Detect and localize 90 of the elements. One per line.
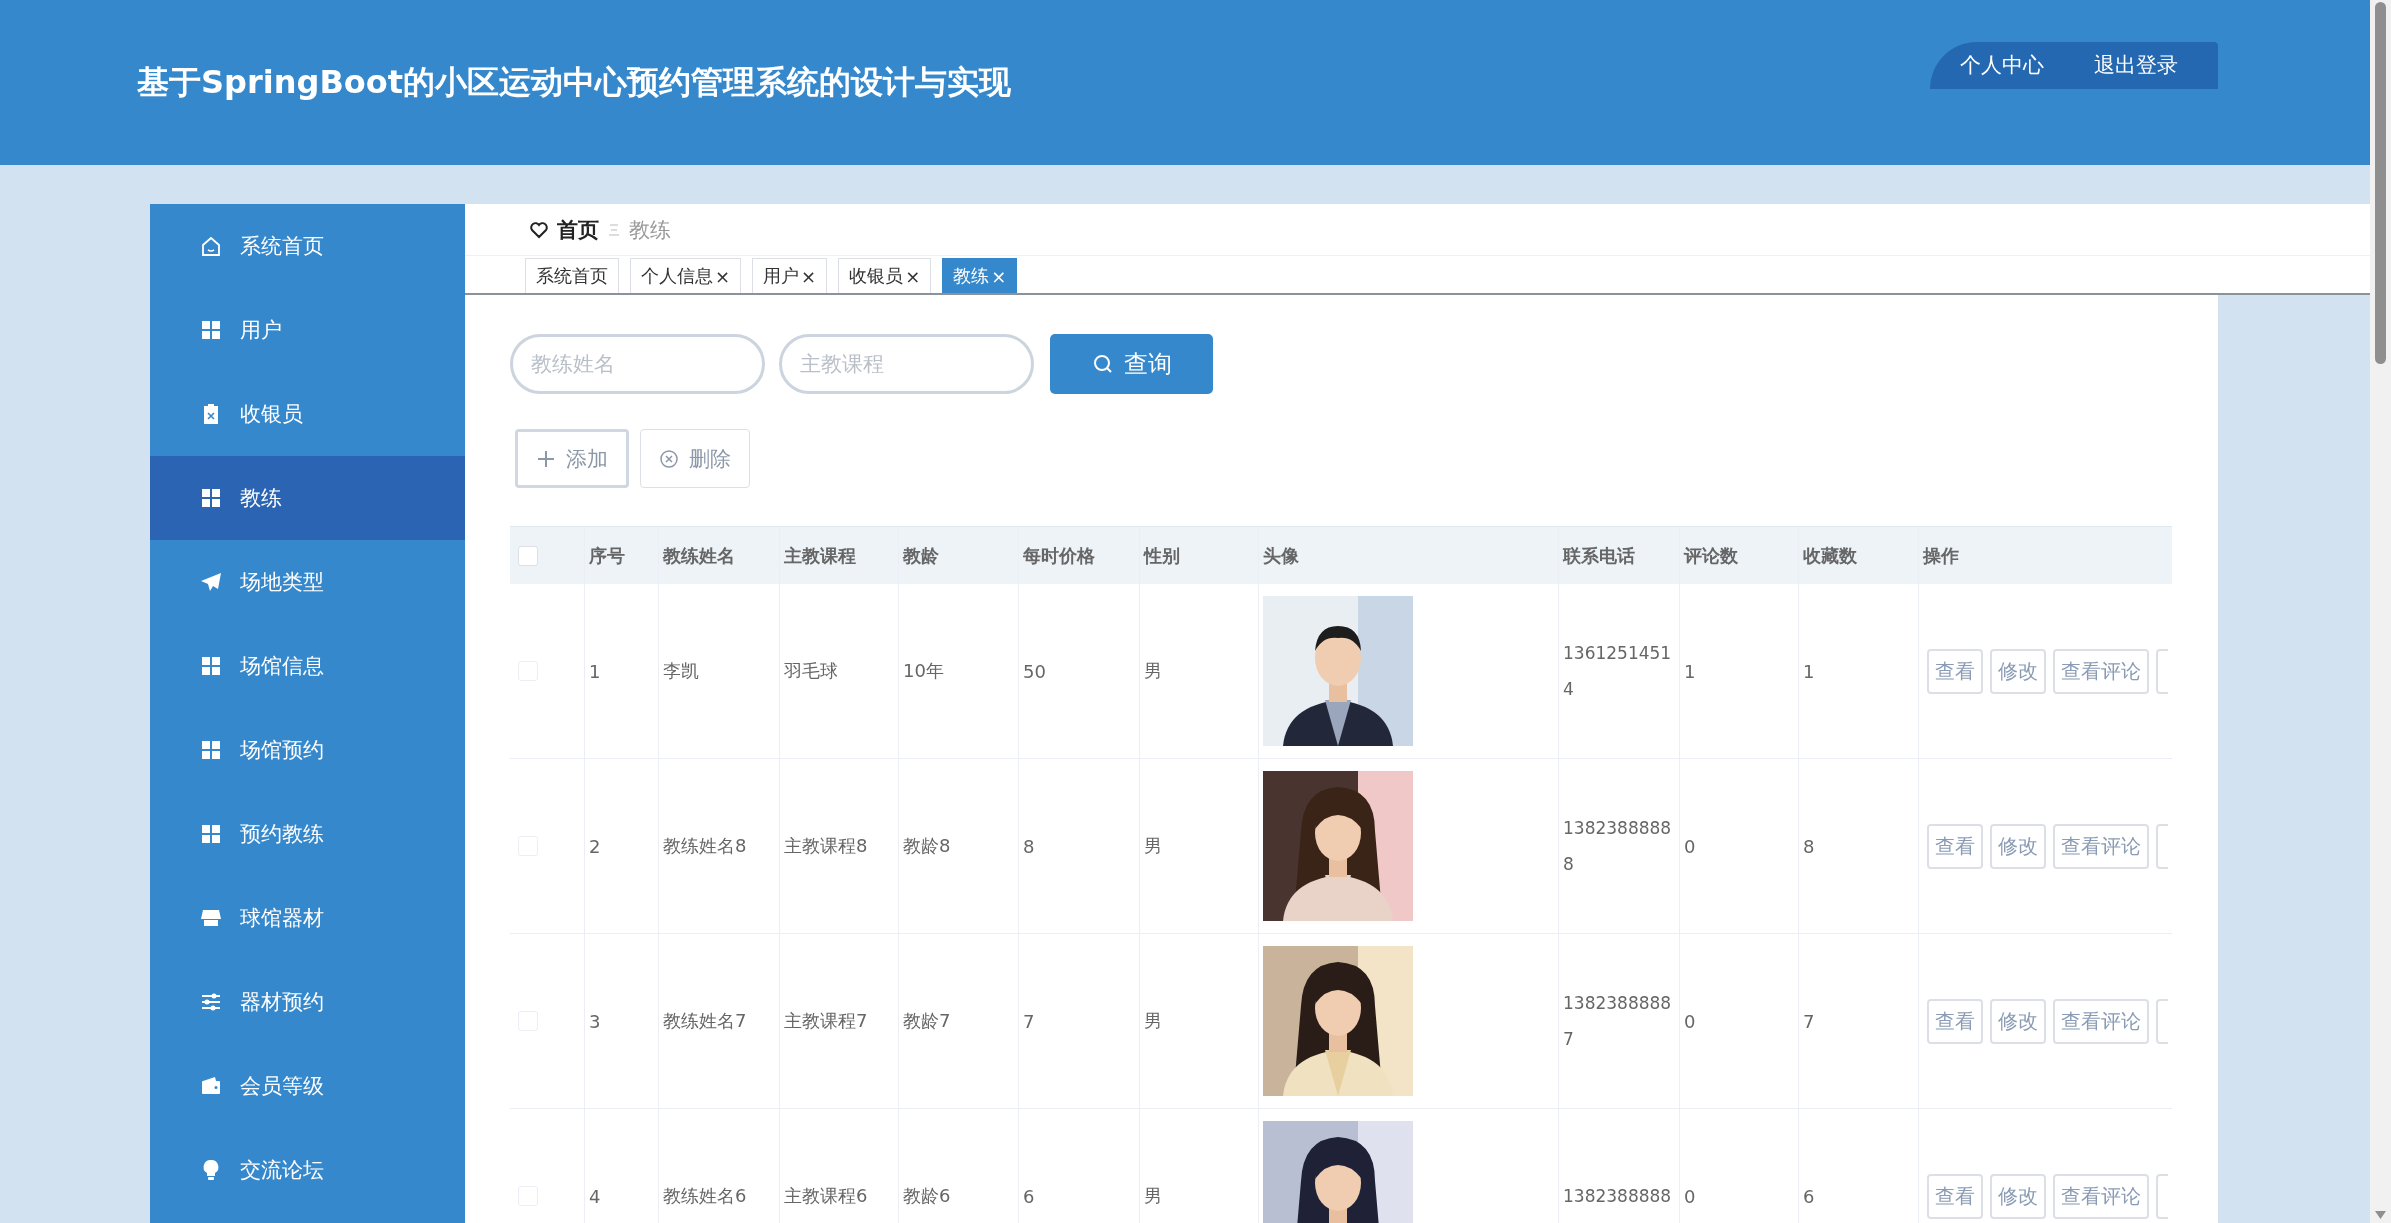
column-header: 评论数 (1680, 527, 1799, 584)
column-header: 操作 (1922, 543, 1960, 568)
table-cell-text: 1382388888 (1563, 1185, 1672, 1208)
table-cell: 羽毛球 (780, 584, 899, 758)
table-cell: 50 (1019, 584, 1140, 758)
sidebar-item[interactable]: 预约教练 (150, 792, 465, 876)
table-cell: 1 (1680, 584, 1799, 758)
sidebar-item[interactable]: 教练 (150, 456, 465, 540)
table-cell: 2 (585, 759, 659, 933)
site-title: 基于SpringBoot的小区运动中心预约管理系统的设计与实现 (137, 61, 1012, 103)
nav-link[interactable]: 退出登录 (2094, 51, 2178, 79)
sidebar-item[interactable]: 场馆预约 (150, 708, 465, 792)
breadcrumb-current: 教练 (629, 216, 671, 244)
table-cell: 10年 (899, 584, 1019, 758)
column-header: 性别 (1140, 527, 1259, 584)
action-button[interactable]: 查看评论 (2053, 823, 2149, 869)
tab[interactable]: 系统首页 (525, 258, 619, 293)
sidebar-item[interactable]: 场地类型 (150, 540, 465, 624)
tab[interactable]: 收银员× (838, 258, 932, 293)
table-cell: 1 (1799, 584, 1919, 758)
action-button[interactable]: 查看 (1927, 1173, 1983, 1219)
table-cell: 教练姓名6 (659, 1109, 780, 1223)
table-cell: 6 (1799, 1109, 1919, 1223)
table-cell-text: 13823888888 (1563, 817, 1673, 876)
column-header: 头像 (1259, 527, 1559, 584)
action-button[interactable]: 修改 (1990, 648, 2046, 694)
add-button[interactable]: 添加 (515, 429, 629, 488)
table-cell: 男 (1140, 934, 1259, 1108)
tab[interactable]: 用户× (752, 258, 828, 293)
column-header: 主教课程 (780, 527, 899, 584)
search-button[interactable]: 查询 (1050, 334, 1213, 394)
tab[interactable]: 教练× (942, 258, 1018, 293)
column-header: 序号 (585, 527, 659, 584)
table-cell: 主教课程7 (780, 934, 899, 1108)
action-button[interactable]: 查看 (1927, 823, 1983, 869)
table-cell-text: 13823888887 (1563, 992, 1673, 1051)
table-cell: 男 (1140, 759, 1259, 933)
action-button[interactable]: 修改 (1990, 823, 2046, 869)
nav-link[interactable]: 个人中心 (1960, 51, 2044, 79)
sidebar-item[interactable]: 器材预约 (150, 960, 465, 1044)
table-cell: 男 (1140, 1109, 1259, 1223)
table-cell: 教龄7 (899, 934, 1019, 1108)
delete-button[interactable]: 删除 (640, 429, 750, 488)
table-cell: 7 (1799, 934, 1919, 1108)
sidebar-item[interactable]: 场馆信息 (150, 624, 465, 708)
sidebar-item[interactable]: 交流论坛 (150, 1128, 465, 1212)
column-header: 教龄 (899, 527, 1019, 584)
table-cell: 1 (585, 584, 659, 758)
table-cell: 0 (1680, 1109, 1799, 1223)
sidebar-item[interactable]: 用户 (150, 288, 465, 372)
column-header: 每时价格 (1019, 527, 1140, 584)
table-cell: 7 (1019, 934, 1140, 1108)
action-button[interactable]: 查看 (1927, 648, 1983, 694)
breadcrumb-link[interactable]: 首页 (557, 215, 599, 244)
table-cell-text: 13612514514 (1563, 642, 1673, 701)
table-cell: 8 (1799, 759, 1919, 933)
table-cell: 4 (585, 1109, 659, 1223)
table-cell: 李凯 (659, 584, 780, 758)
action-button[interactable]: 查看 (1927, 998, 1983, 1044)
table-cell: 8 (1019, 759, 1140, 933)
table-cell: 男 (1140, 584, 1259, 758)
search-field[interactable]: 主教课程 (779, 334, 1034, 394)
action-button[interactable]: 修改 (1990, 1173, 2046, 1219)
sidebar-item[interactable]: 系统首页 (150, 204, 465, 288)
column-header: 教练姓名 (659, 527, 780, 584)
table-cell: 主教课程6 (780, 1109, 899, 1223)
table-cell: 6 (1019, 1109, 1140, 1223)
action-button[interactable]: 修改 (1990, 998, 2046, 1044)
close-icon[interactable]: × (801, 265, 817, 287)
action-button[interactable]: 查看评论 (2053, 998, 2149, 1044)
action-button[interactable]: 查看评论 (2053, 1173, 2149, 1219)
table-cell: 教练姓名7 (659, 934, 780, 1108)
close-icon[interactable]: × (905, 265, 921, 287)
close-icon[interactable]: × (991, 265, 1007, 287)
sidebar-item[interactable]: 会员等级 (150, 1044, 465, 1128)
sidebar-item[interactable]: 球馆器材 (150, 876, 465, 960)
search-field[interactable]: 教练姓名 (510, 334, 765, 394)
close-icon[interactable]: × (715, 265, 731, 287)
table-cell: 0 (1680, 934, 1799, 1108)
column-header: 联系电话 (1559, 527, 1680, 584)
table-cell: 教龄8 (899, 759, 1019, 933)
table-cell: 教练姓名8 (659, 759, 780, 933)
column-header: 收藏数 (1799, 527, 1919, 584)
table-cell: 0 (1680, 759, 1799, 933)
tab[interactable]: 个人信息× (630, 258, 742, 293)
table-cell: 教龄6 (899, 1109, 1019, 1223)
table-cell: 3 (585, 934, 659, 1108)
action-button[interactable]: 查看评论 (2053, 648, 2149, 694)
sidebar-item[interactable]: 收银员 (150, 372, 465, 456)
table-cell: 主教课程8 (780, 759, 899, 933)
